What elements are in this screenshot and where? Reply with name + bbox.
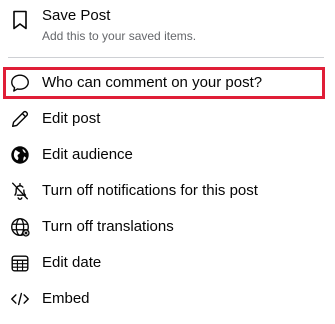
save-post-subtitle: Add this to your saved items. [42, 29, 197, 43]
comment-bubble-icon [8, 71, 32, 95]
menu-divider [8, 57, 324, 58]
globe-icon [8, 143, 32, 167]
turn-off-translations-item[interactable]: Turn off translations [0, 209, 335, 245]
code-icon [8, 287, 32, 311]
edit-date-label: Edit date [42, 254, 102, 271]
embed-label: Embed [42, 290, 90, 307]
edit-post-label: Edit post [42, 110, 101, 127]
translate-globe-icon [8, 215, 32, 239]
save-post-title: Save Post [42, 7, 111, 24]
bookmark-icon [8, 8, 32, 32]
post-options-menu: Save Post Add this to your saved items. … [0, 0, 335, 324]
turn-off-translations-label: Turn off translations [42, 218, 174, 235]
edit-audience-label: Edit audience [42, 146, 133, 163]
who-can-comment-item[interactable]: Who can comment on your post? [0, 65, 335, 101]
edit-audience-item[interactable]: Edit audience [0, 137, 335, 173]
calendar-icon [8, 251, 32, 275]
edit-post-item[interactable]: Edit post [0, 101, 335, 137]
turn-off-notifications-item[interactable]: Turn off notifications for this post [0, 173, 335, 209]
save-post-item[interactable]: Save Post Add this to your saved items. [0, 0, 335, 50]
bell-off-icon [8, 179, 32, 203]
turn-off-notifications-label: Turn off notifications for this post [42, 182, 258, 199]
who-can-comment-label: Who can comment on your post? [42, 74, 263, 91]
edit-date-item[interactable]: Edit date [0, 245, 335, 281]
pencil-icon [8, 107, 32, 131]
embed-item[interactable]: Embed [0, 281, 335, 317]
